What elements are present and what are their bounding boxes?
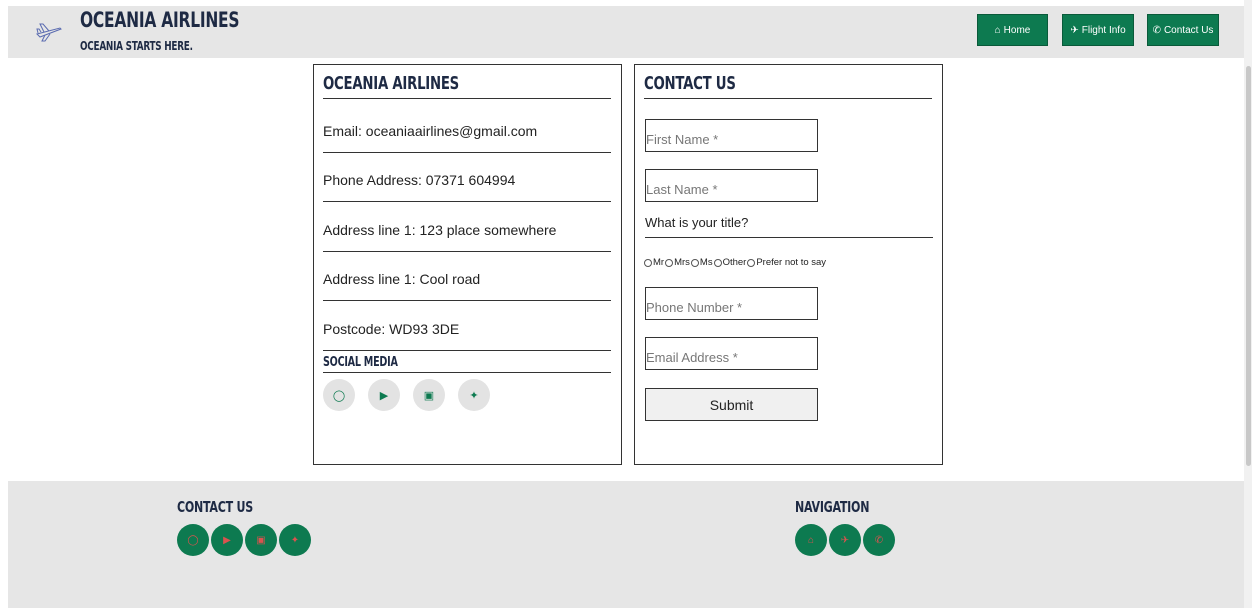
footer-contact-title: CONTACT US — [177, 498, 253, 516]
scrollbar-thumb[interactable] — [1246, 66, 1251, 466]
radio-button[interactable] — [665, 258, 674, 267]
home-icon: ⌂ — [994, 24, 1001, 36]
social-media-links: ◯ ▶ ▣ ✦ — [323, 379, 490, 411]
first-name-input[interactable] — [645, 119, 818, 152]
radio-label: Other — [722, 257, 747, 268]
phone-icon: ✆ — [1152, 24, 1161, 36]
phone-icon[interactable]: ✆ — [863, 524, 895, 556]
nav-flight-info-label: Flight Info — [1081, 24, 1126, 36]
youtube-icon[interactable]: ▶ — [211, 524, 243, 556]
twitter-icon[interactable]: ✦ — [279, 524, 311, 556]
radio-button[interactable] — [747, 258, 756, 267]
instagram-icon[interactable]: ◯ — [177, 524, 209, 556]
contact-panel-title: CONTACT US — [644, 73, 932, 99]
brand-title[interactable]: OCEANIA AIRLINES — [80, 8, 240, 32]
radio-label: Ms — [699, 257, 713, 268]
facebook-icon[interactable]: ▣ — [413, 379, 445, 411]
plane-icon[interactable]: ✈ — [829, 524, 861, 556]
radio-label: Mr — [653, 257, 665, 268]
radio-label: Prefer not to say — [756, 257, 827, 268]
footer-navigation-title: NAVIGATION — [795, 498, 870, 516]
company-info-panel: OCEANIA AIRLINES Email: oceaniaairlines@… — [313, 64, 622, 465]
site-header: OCEANIA AIRLINES OCEANIA STARTS HERE. ⌂ … — [8, 6, 1244, 58]
contact-form-panel: CONTACT US What is your title? Mr Mrs Ms… — [634, 64, 943, 465]
brand-tagline: OCEANIA STARTS HERE. — [80, 39, 193, 53]
footer-contact-links: ◯ ▶ ▣ ✦ — [177, 524, 311, 556]
site-footer: CONTACT US ◯ ▶ ▣ ✦ NAVIGATION ⌂ ✈ ✆ — [8, 481, 1244, 608]
social-media-title: SOCIAL MEDIA — [323, 355, 611, 373]
info-email: Email: oceaniaairlines@gmail.com — [323, 123, 611, 153]
nav-flight-info-button[interactable]: ✈ Flight Info — [1062, 14, 1134, 46]
radio-button[interactable] — [690, 258, 699, 267]
title-option-mrs[interactable]: Mrs — [665, 257, 690, 268]
info-address-line-2: Address line 1: Cool road — [323, 271, 611, 301]
radio-button[interactable] — [644, 258, 652, 267]
title-option-mr[interactable]: Mr — [644, 257, 664, 268]
footer-navigation-links: ⌂ ✈ ✆ — [795, 524, 895, 556]
info-panel-title: OCEANIA AIRLINES — [323, 73, 611, 99]
instagram-icon[interactable]: ◯ — [323, 379, 355, 411]
title-option-ms[interactable]: Ms — [690, 257, 713, 268]
title-radio-group: Mr Mrs Ms Other Prefer not to say — [644, 257, 827, 268]
page-scrollbar[interactable] — [1244, 0, 1252, 608]
info-postcode: Postcode: WD93 3DE — [323, 321, 611, 351]
nav-home-label: Home — [1003, 24, 1031, 36]
airplane-logo-icon — [36, 23, 62, 42]
home-icon[interactable]: ⌂ — [795, 524, 827, 556]
nav-home-button[interactable]: ⌂ Home — [977, 14, 1048, 46]
facebook-icon[interactable]: ▣ — [245, 524, 277, 556]
nav-contact-us-button[interactable]: ✆ Contact Us — [1147, 14, 1219, 46]
email-address-input[interactable] — [645, 337, 818, 370]
info-phone: Phone Address: 07371 604994 — [323, 172, 611, 202]
info-address-line-1: Address line 1: 123 place somewhere — [323, 222, 611, 252]
last-name-input[interactable] — [645, 169, 818, 202]
youtube-icon[interactable]: ▶ — [368, 379, 400, 411]
radio-button[interactable] — [713, 258, 722, 267]
nav-contact-us-label: Contact Us — [1163, 24, 1214, 36]
submit-button[interactable]: Submit — [645, 388, 818, 421]
plane-icon: ✈ — [1070, 24, 1079, 36]
twitter-icon[interactable]: ✦ — [458, 379, 490, 411]
title-option-other[interactable]: Other — [713, 257, 747, 268]
radio-label: Mrs — [674, 257, 690, 268]
title-question-label: What is your title? — [645, 215, 933, 238]
phone-number-input[interactable] — [645, 287, 818, 320]
title-option-prefer-not-to-say[interactable]: Prefer not to say — [747, 257, 826, 268]
